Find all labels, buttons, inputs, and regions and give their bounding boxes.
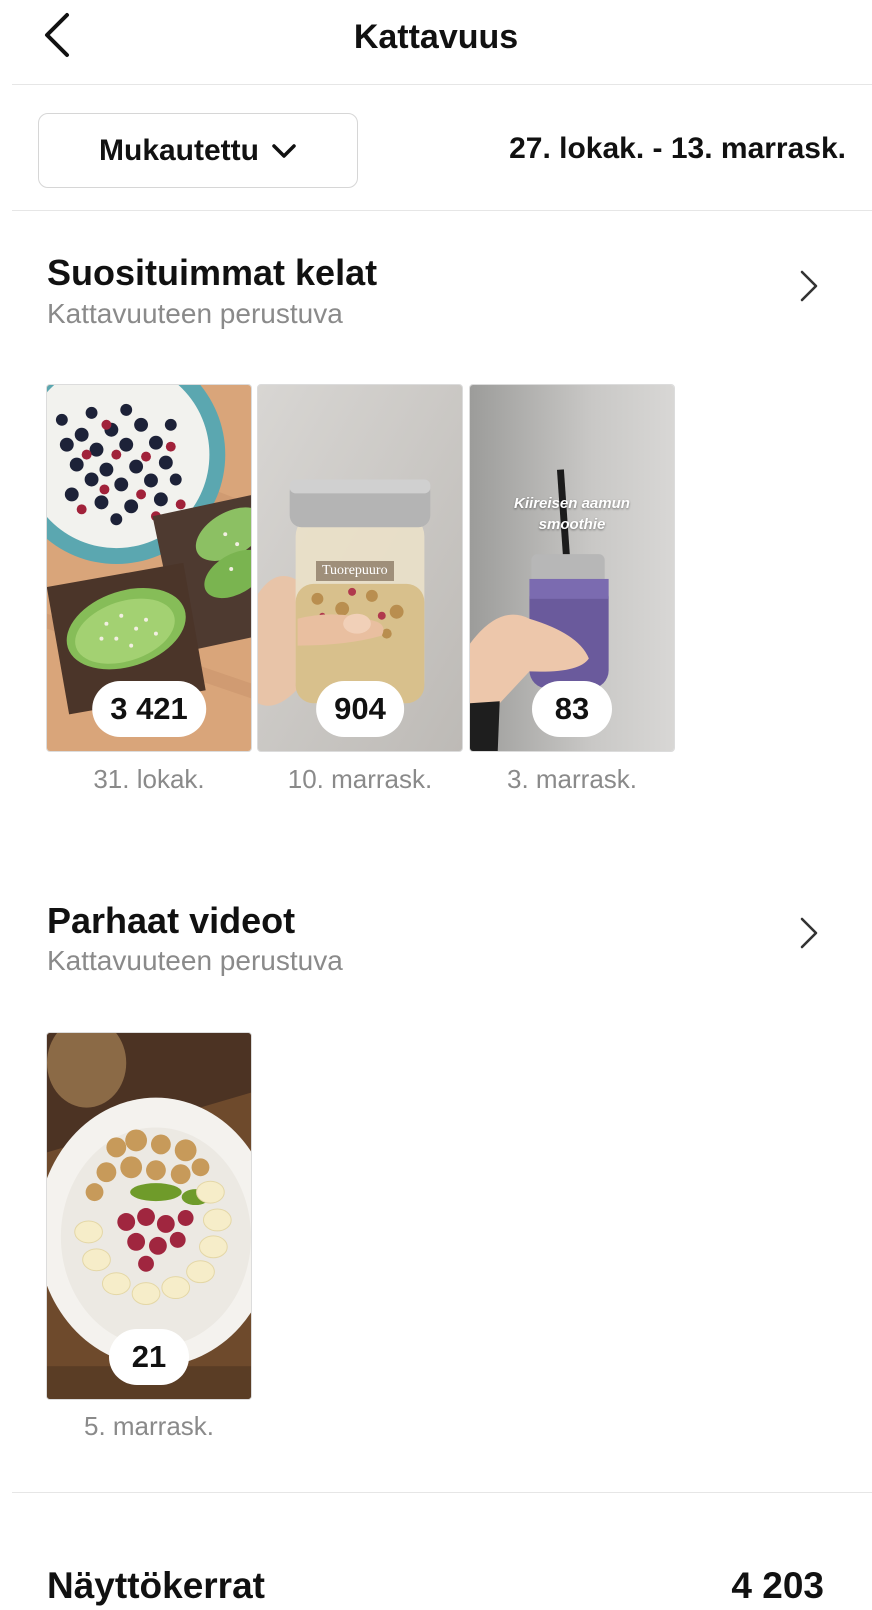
- reel-thumbnail-3[interactable]: Kiireisen aamun smoothie 83: [469, 384, 675, 752]
- videos-section-title: Parhaat videot: [47, 900, 296, 941]
- reels-section-subtitle: Kattavuuteen perustuva: [47, 298, 343, 329]
- reel-count-badge-2: 904: [316, 681, 404, 737]
- video-thumbnail-1[interactable]: 21: [46, 1032, 252, 1400]
- chevron-right-icon: [800, 917, 818, 949]
- impressions-value: 4 203: [731, 1565, 824, 1606]
- videos-section-subtitle: Kattavuuteen perustuva: [47, 945, 343, 976]
- reel-count-badge-1: 3 421: [92, 681, 206, 737]
- reel-thumbnail-1[interactable]: 3 421: [46, 384, 252, 752]
- reel-overlay-caption-line-2: smoothie: [538, 516, 606, 533]
- reel-thumbnail-2[interactable]: Tuorepuuro 904: [257, 384, 463, 752]
- range-dropdown[interactable]: Mukautettu: [38, 113, 358, 188]
- filter-divider: [12, 210, 872, 211]
- date-range-text: 27. lokak. - 13. marrask.: [509, 132, 846, 165]
- impressions-row: Näyttökerrat 4 203: [47, 1565, 824, 1610]
- reel-overlay-caption-line-1: Kiireisen aamun: [514, 495, 630, 512]
- reel-overlay-caption-3: Kiireisen aamun smoothie: [470, 493, 674, 535]
- reel-date-2: 10. marrask.: [287, 764, 433, 794]
- stats-divider: [12, 1492, 872, 1493]
- videos-section-more-button[interactable]: [794, 913, 824, 953]
- impressions-label: Näyttökerrat: [47, 1565, 265, 1606]
- reel-date-1: 31. lokak.: [93, 764, 205, 794]
- reels-section-more-button[interactable]: [794, 266, 824, 306]
- reel-overlay-text-2: Tuorepuuro: [316, 561, 394, 581]
- top-bar: Kattavuus: [0, 0, 872, 86]
- reel-date-3: 3. marrask.: [506, 764, 638, 794]
- reel-count-badge-3: 83: [532, 681, 612, 737]
- header-divider: [12, 84, 872, 85]
- video-count-badge-1: 21: [109, 1329, 189, 1385]
- video-date-1: 5. marrask.: [83, 1411, 215, 1441]
- reels-section-title: Suosituimmat kelat: [47, 252, 378, 293]
- range-dropdown-label: Mukautettu: [99, 133, 259, 167]
- chevron-down-icon: [272, 143, 296, 158]
- chevron-right-icon: [800, 270, 818, 302]
- page-title: Kattavuus: [353, 18, 519, 56]
